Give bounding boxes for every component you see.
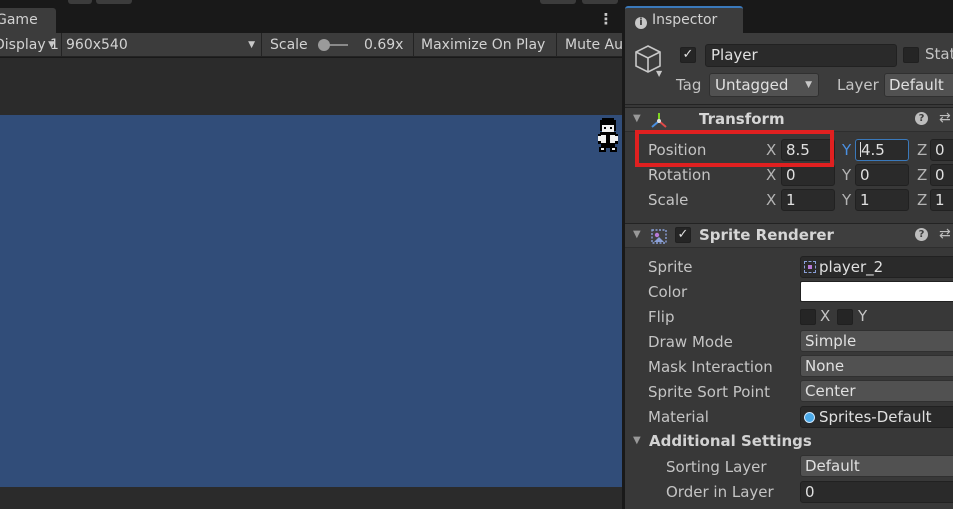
tag-dropdown[interactable]: Untagged ▼ (709, 73, 819, 97)
axis-z-label: Z (917, 141, 928, 159)
chevron-down-icon: ▼ (48, 40, 55, 50)
axis-z-label: Z (917, 166, 928, 184)
settings-sliders-icon[interactable]: ⇄ (939, 226, 951, 242)
sprite-renderer-header[interactable]: ▼ ✓ Sprite Renderer ? ⇄ (625, 223, 953, 248)
game-tabbar: Game ⋮ (0, 0, 622, 33)
position-y-field[interactable]: 4.5 (855, 139, 909, 161)
transform-axes-icon (651, 113, 667, 128)
inspector-panel: iInspector ▼ ✓ Player Static Tag Untagge… (625, 0, 953, 509)
static-checkbox[interactable] (903, 47, 919, 63)
foldout-arrow-icon[interactable]: ▼ (633, 113, 641, 124)
color-label: Color (648, 283, 688, 301)
foldout-arrow-icon[interactable]: ▼ (633, 229, 641, 240)
active-checkbox[interactable]: ✓ (680, 47, 696, 63)
tab-game[interactable]: Game (0, 8, 56, 33)
mute-audio-toggle[interactable]: Mute Audio (557, 33, 622, 57)
display-dropdown[interactable]: Display 1 ▼ (0, 33, 62, 57)
draw-mode-label: Draw Mode (648, 333, 733, 351)
material-icon (804, 412, 815, 423)
axis-x-label: X (766, 166, 777, 184)
settings-sliders-icon[interactable]: ⇄ (939, 110, 951, 126)
sprite-sort-point-dropdown[interactable]: Center (800, 380, 953, 402)
rotation-x-field[interactable]: 0 (781, 164, 835, 186)
scale-value: 0.69x (364, 37, 404, 53)
flip-label: Flip (648, 308, 675, 326)
object-name-field[interactable]: Player (705, 44, 897, 67)
mask-interaction-label: Mask Interaction (648, 358, 773, 376)
resolution-label: 960x540 (66, 37, 128, 53)
tab-inspector[interactable]: i Inspector (625, 6, 743, 33)
scale-z-field[interactable]: 1 (930, 189, 953, 211)
rotation-z-field[interactable]: 0 (930, 164, 953, 186)
axis-y-label: Y (842, 141, 852, 159)
layer-label: Layer (837, 76, 879, 94)
axis-x-label: X (766, 191, 777, 209)
order-in-layer-label: Order in Layer (666, 483, 774, 501)
rotation-y-field[interactable]: 0 (855, 164, 909, 186)
mask-interaction-dropdown[interactable]: None (800, 355, 953, 377)
additional-settings-foldout[interactable]: Additional Settings (649, 432, 812, 450)
info-icon: i (635, 17, 647, 29)
sprite-field[interactable]: player_2 (800, 256, 953, 278)
sprite-renderer-icon (651, 229, 667, 244)
chevron-down-icon: ▼ (248, 40, 255, 50)
game-letterbox-top (0, 58, 622, 115)
scale-x-field[interactable]: 1 (781, 189, 835, 211)
layer-dropdown[interactable]: Default (884, 73, 953, 97)
tabbar-edge (540, 0, 576, 4)
material-field[interactable]: Sprites-Default (800, 406, 953, 428)
color-swatch[interactable] (800, 281, 953, 302)
tag-label: Tag (676, 76, 702, 94)
foldout-arrow-icon[interactable]: ▼ (633, 435, 641, 446)
help-icon[interactable]: ? (915, 228, 928, 241)
tabbar-edge (582, 0, 618, 4)
help-icon[interactable]: ? (915, 112, 928, 125)
flip-x-checkbox[interactable] (800, 309, 816, 325)
draw-mode-dropdown[interactable]: Simple (800, 330, 953, 352)
scale-y-field[interactable]: 1 (855, 189, 909, 211)
flip-y-checkbox[interactable] (837, 309, 853, 325)
more-options-icon[interactable]: ⋮ (598, 9, 614, 29)
inspector-tabbar: i Inspector (625, 0, 953, 33)
maximize-on-play-toggle[interactable]: Maximize On Play (414, 33, 557, 57)
game-toolbar: Display 1 ▼ 960x540 ▼ Scale 0.69x Maximi… (0, 33, 622, 57)
axis-z-label: Z (917, 191, 928, 209)
scale-slider-handle[interactable] (318, 39, 330, 51)
order-in-layer-field[interactable]: 0 (800, 481, 953, 503)
position-highlight-annotation (635, 130, 834, 167)
scale-label: Scale (270, 37, 308, 53)
rotation-label: Rotation (648, 166, 711, 184)
sprite-label: Sprite (648, 258, 693, 276)
game-view: Game ⋮ Display 1 ▼ 960x540 ▼ Scale 0.69x… (0, 0, 622, 509)
tabbar-edge (96, 0, 132, 4)
position-z-field[interactable]: 0 (930, 139, 953, 161)
transform-header[interactable]: ▼ Transform ? ⇄ (625, 107, 953, 132)
sprite-sort-point-label: Sprite Sort Point (648, 383, 771, 401)
sprite-asset-icon (804, 261, 816, 273)
sorting-layer-dropdown[interactable]: Default (800, 455, 953, 477)
resolution-dropdown[interactable]: 960x540 ▼ (62, 33, 262, 57)
sorting-layer-label: Sorting Layer (666, 458, 767, 476)
sprite-renderer-title: Sprite Renderer (699, 226, 834, 244)
game-canvas (0, 115, 622, 487)
gameobject-header: ▼ ✓ Player Static Tag Untagged ▼ Layer D… (625, 33, 953, 105)
chevron-down-icon[interactable]: ▼ (656, 69, 662, 78)
axis-y-label: Y (842, 166, 852, 184)
game-letterbox-bottom (0, 487, 622, 509)
scale-label: Scale (648, 191, 689, 209)
static-label: Static (925, 45, 953, 63)
flip-x-label: X (820, 307, 831, 325)
tabbar-edge (68, 0, 92, 4)
material-label: Material (648, 408, 709, 426)
chevron-down-icon: ▼ (805, 80, 812, 90)
sprite-renderer-enabled-checkbox[interactable]: ✓ (675, 227, 691, 243)
player-sprite-icon (598, 118, 618, 152)
axis-y-label: Y (842, 191, 852, 209)
transform-title: Transform (699, 110, 785, 128)
scale-control: Scale 0.69x (262, 33, 414, 57)
flip-y-label: Y (858, 307, 868, 325)
